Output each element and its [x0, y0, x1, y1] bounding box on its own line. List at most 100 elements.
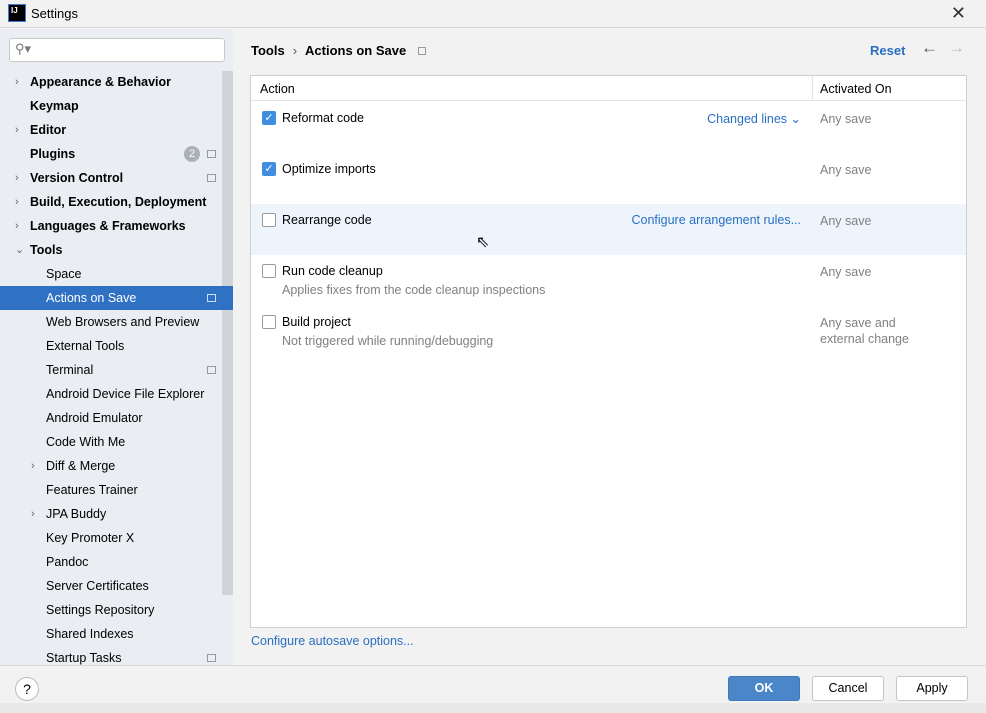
chevron-right-icon[interactable]: › [31, 454, 35, 478]
chevron-right-icon[interactable]: › [15, 70, 19, 94]
sidebar-item[interactable]: › Build, Execution, Deployment [0, 190, 233, 214]
sidebar: ⚲▾ › Appearance & Behavior Keymap › Editor Pl… [0, 29, 233, 665]
column-header-action[interactable]: Action [260, 82, 295, 96]
sidebar-item-label: Languages & Frameworks [30, 219, 186, 233]
sidebar-item-label: Diff & Merge [46, 459, 116, 473]
sidebar-item-label: Shared Indexes [46, 627, 134, 641]
sidebar-item-label: Android Device File Explorer [46, 387, 205, 401]
sidebar-item[interactable]: Settings Repository [0, 598, 233, 622]
actions-table: Action Activated On ✓ Reformat code Change… [250, 75, 967, 628]
reset-link[interactable]: Reset [870, 43, 905, 58]
sidebar-item[interactable]: › Appearance & Behavior [0, 70, 233, 94]
sidebar-item[interactable]: Pandoc [0, 550, 233, 574]
sidebar-item[interactable]: Startup Tasks [0, 646, 233, 665]
sidebar-item[interactable]: Actions on Save [0, 286, 233, 310]
table-row[interactable]: Run code cleanup Applies fixes from the c… [251, 255, 966, 306]
count-badge: 2 [184, 146, 200, 162]
sidebar-item-label: Settings Repository [46, 603, 155, 617]
sidebar-item[interactable]: Web Browsers and Preview [0, 310, 233, 334]
configure-autosave-link[interactable]: Configure autosave options... [251, 634, 414, 648]
background-window-edge [0, 703, 986, 713]
sidebar-item-label: JPA Buddy [46, 507, 107, 521]
sidebar-item-label: Appearance & Behavior [30, 75, 172, 89]
pin-icon [207, 150, 216, 158]
activated-on: Any save [820, 163, 872, 177]
sidebar-item[interactable]: › Languages & Frameworks [0, 214, 233, 238]
sidebar-item-label: Terminal [46, 363, 94, 377]
sidebar-item-label: Tools [30, 243, 63, 257]
apply-button[interactable]: Apply [896, 676, 968, 701]
cancel-button[interactable]: Cancel [812, 676, 884, 701]
ok-button[interactable]: OK [728, 676, 800, 701]
sidebar-item-label: Pandoc [46, 555, 89, 569]
chevron-right-icon[interactable]: › [15, 214, 19, 238]
close-icon[interactable]: ✕ [951, 3, 966, 24]
sidebar-item-label: Version Control [30, 171, 124, 185]
table-row[interactable]: Rearrange code Configure arrangement rule… [251, 204, 966, 255]
sidebar-item[interactable]: › Version Control [0, 166, 233, 190]
sidebar-item-label: Server Certificates [46, 579, 149, 593]
sidebar-item[interactable]: Features Trainer [0, 478, 233, 502]
sidebar-item[interactable]: Server Certificates [0, 574, 233, 598]
action-link[interactable]: Configure arrangement rules... [631, 213, 801, 227]
sidebar-item-label: Keymap [30, 99, 79, 113]
app-logo: IJ [8, 4, 26, 22]
action-link[interactable]: Changed lines ⌄ [707, 111, 801, 126]
table-row[interactable]: ✓ Reformat code Changed lines ⌄ Any save [251, 102, 966, 153]
title-bar: IJ Settings ✕ [0, 0, 986, 28]
checkbox[interactable] [262, 315, 276, 329]
sidebar-item-label: External Tools [46, 339, 125, 353]
pin-icon [207, 294, 216, 302]
action-label: Optimize imports [282, 162, 376, 176]
chevron-right-icon[interactable]: › [15, 166, 19, 190]
help-button[interactable]: ? [15, 677, 39, 701]
dialog-footer: ? OK Cancel Apply [0, 665, 986, 703]
search-input[interactable]: ⚲▾ [9, 38, 225, 62]
sidebar-item[interactable]: › JPA Buddy [0, 502, 233, 526]
forward-arrow-icon[interactable]: → [948, 38, 965, 58]
sidebar-item[interactable]: External Tools [0, 334, 233, 358]
sidebar-item[interactable]: Plugins 2 [0, 142, 233, 166]
sidebar-item[interactable]: Key Promoter X [0, 526, 233, 550]
sidebar-item-label: Web Browsers and Preview [46, 315, 200, 329]
sidebar-item[interactable]: Keymap [0, 94, 233, 118]
checkbox[interactable]: ✓ [262, 162, 276, 176]
table-row[interactable]: ✓ Optimize imports Any save [251, 153, 966, 204]
breadcrumb-parent[interactable]: Tools [251, 43, 285, 58]
breadcrumb: Tools › Actions on Save [251, 43, 427, 58]
mouse-cursor-icon: ⇖ [476, 234, 490, 251]
sidebar-item-label: Features Trainer [46, 483, 138, 497]
table-header: Action Activated On [251, 76, 966, 101]
sidebar-item-label: Editor [30, 123, 67, 137]
checkbox[interactable]: ✓ [262, 111, 276, 125]
activated-on: Any save [820, 112, 872, 126]
sidebar-item[interactable]: › Editor [0, 118, 233, 142]
sidebar-item[interactable]: Shared Indexes [0, 622, 233, 646]
column-header-activated-on[interactable]: Activated On [820, 82, 892, 96]
sidebar-item[interactable]: › Diff & Merge [0, 454, 233, 478]
sidebar-item-label: Actions on Save [46, 291, 137, 305]
checkbox[interactable] [262, 213, 276, 227]
action-label: Run code cleanup [282, 264, 383, 278]
action-description: Applies fixes from the code cleanup insp… [282, 283, 546, 297]
sidebar-item[interactable]: Terminal [0, 358, 233, 382]
sidebar-item[interactable]: Android Device File Explorer [0, 382, 233, 406]
chevron-down-icon[interactable]: ⌄ [15, 238, 24, 262]
sidebar-item[interactable]: Code With Me [0, 430, 233, 454]
sidebar-item-label: Code With Me [46, 435, 126, 449]
pin-icon [207, 654, 216, 662]
pin-icon [207, 366, 216, 374]
chevron-right-icon[interactable]: › [15, 190, 19, 214]
search-icon: ⚲▾ [15, 41, 32, 56]
activated-on: Any save and external change [820, 316, 909, 346]
chevron-right-icon[interactable]: › [15, 118, 19, 142]
sidebar-item-label: Plugins [30, 147, 76, 161]
sidebar-item[interactable]: ⌄ Tools [0, 238, 233, 262]
checkbox[interactable] [262, 264, 276, 278]
table-row[interactable]: Build project Not triggered while running… [251, 306, 966, 357]
activated-on: Any save [820, 265, 872, 279]
sidebar-item[interactable]: Space [0, 262, 233, 286]
chevron-right-icon[interactable]: › [31, 502, 35, 526]
back-arrow-icon[interactable]: ← [921, 38, 938, 58]
sidebar-item[interactable]: Android Emulator [0, 406, 233, 430]
